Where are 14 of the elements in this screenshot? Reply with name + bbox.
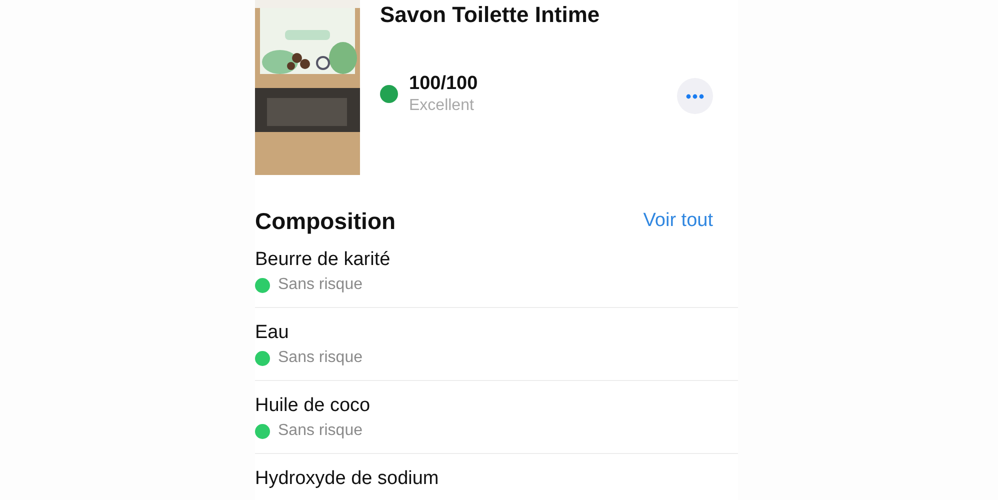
score-rating: Excellent <box>409 96 475 116</box>
risk-label: Sans risque <box>278 275 362 295</box>
ingredient-name: Huile de coco <box>255 394 372 418</box>
more-button[interactable] <box>677 78 713 114</box>
ingredient-name: Hydroxyde de sodium <box>255 467 440 491</box>
score-value: 100/100 <box>409 72 479 96</box>
risk-label: Sans risque <box>278 348 362 368</box>
ingredient-name: Eau <box>255 321 290 345</box>
risk-label: Sans risque <box>278 421 362 441</box>
section-title: Composition <box>255 207 396 235</box>
see-all-link[interactable]: Voir tout <box>643 209 713 233</box>
ingredient-name: Beurre de karité <box>255 248 392 272</box>
product-title: Savon Toilette Intime <box>380 2 601 28</box>
more-icon <box>686 94 704 98</box>
